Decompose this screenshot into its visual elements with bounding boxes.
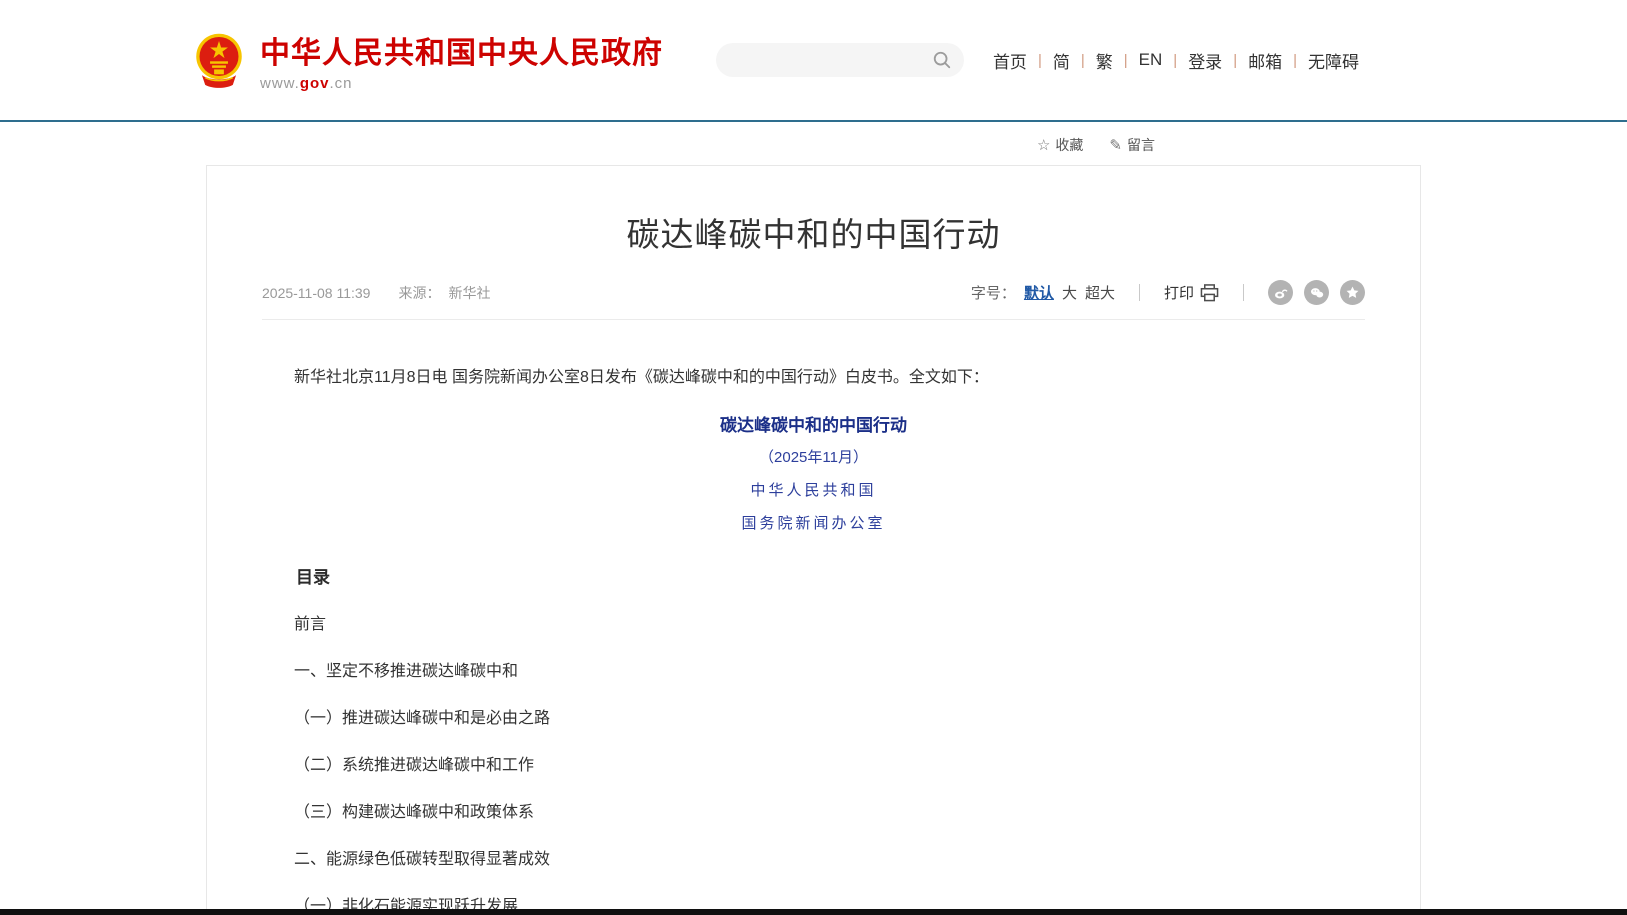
toc-item: （三）构建碳达峰碳中和政策体系 [262, 803, 1365, 823]
site-header: 中华人民共和国中央人民政府 www.gov.cn 首页 | 简 | 繁 | EN… [0, 0, 1627, 120]
font-size-default[interactable]: 默认 [1024, 282, 1054, 303]
nav-separator: | [1124, 52, 1128, 69]
wechat-icon [1309, 285, 1325, 301]
pencil-icon: ✎ [1109, 136, 1122, 154]
nav-login[interactable]: 登录 [1177, 48, 1233, 73]
nav-english[interactable]: EN [1128, 50, 1174, 70]
source-value: 新华社 [448, 283, 490, 303]
font-size-xlarge[interactable]: 超大 [1085, 282, 1115, 303]
message-button[interactable]: ✎ 留言 [1109, 135, 1155, 155]
nav-separator: | [1293, 52, 1297, 69]
page-tools: ☆ 收藏 ✎ 留言 [0, 122, 1627, 155]
article-meta-row: 2025-11-08 11:39 来源： 新华社 字号： 默认 大 超大 打印 [262, 280, 1365, 320]
whitepaper-org-line2: 国务院新闻办公室 [262, 515, 1365, 534]
source-label: 来源： [398, 283, 440, 303]
national-emblem-logo [193, 32, 245, 89]
share-buttons [1268, 280, 1365, 305]
star-outline-icon: ☆ [1037, 136, 1050, 154]
divider [1243, 284, 1244, 301]
window-bottom-edge [0, 909, 1627, 915]
site-url-gov: gov [300, 75, 330, 92]
lead-paragraph: 新华社北京11月8日电 国务院新闻办公室8日发布《碳达峰碳中和的中国行动》白皮书… [262, 368, 1365, 388]
divider [1139, 284, 1140, 301]
toc-item: 前言 [262, 615, 1365, 635]
printer-icon [1200, 284, 1219, 302]
whitepaper-title: 碳达峰碳中和的中国行动 [262, 415, 1365, 436]
nav-separator: | [1173, 52, 1177, 69]
print-label: 打印 [1164, 282, 1194, 303]
nav-accessibility[interactable]: 无障碍 [1297, 48, 1370, 73]
message-label: 留言 [1127, 135, 1155, 155]
nav-separator: | [1233, 52, 1237, 69]
nav-separator: | [1038, 52, 1042, 69]
search-icon[interactable] [932, 50, 952, 70]
share-wechat-button[interactable] [1304, 280, 1329, 305]
nav-traditional[interactable]: 繁 [1085, 48, 1124, 73]
weibo-icon [1273, 285, 1289, 301]
toc-item: 二、能源绿色低碳转型取得显著成效 [262, 850, 1365, 870]
site-title: 中华人民共和国中央人民政府 [260, 28, 663, 72]
search-box[interactable] [716, 43, 964, 77]
article-container: 碳达峰碳中和的中国行动 2025-11-08 11:39 来源： 新华社 字号：… [206, 165, 1421, 915]
favorite-button[interactable]: ☆ 收藏 [1037, 135, 1083, 155]
article-body: 新华社北京11月8日电 国务院新闻办公室8日发布《碳达峰碳中和的中国行动》白皮书… [262, 368, 1365, 915]
site-url-cn: .cn [330, 75, 353, 92]
star-badge-icon [1345, 285, 1360, 300]
nav-separator: | [1081, 52, 1085, 69]
print-button[interactable]: 打印 [1164, 282, 1219, 303]
nav-mail[interactable]: 邮箱 [1237, 48, 1293, 73]
whitepaper-org-line1: 中华人民共和国 [262, 482, 1365, 501]
publish-date: 2025-11-08 11:39 [262, 285, 370, 301]
share-qzone-button[interactable] [1340, 280, 1365, 305]
nav-simplified[interactable]: 简 [1042, 48, 1081, 73]
share-weibo-button[interactable] [1268, 280, 1293, 305]
page-title: 碳达峰碳中和的中国行动 [262, 208, 1365, 256]
toc-item: （二）系统推进碳达峰碳中和工作 [262, 756, 1365, 776]
toc-item: 一、坚定不移推进碳达峰碳中和 [262, 662, 1365, 682]
whitepaper-date: （2025年11月） [262, 449, 1365, 468]
font-size-large[interactable]: 大 [1062, 282, 1077, 303]
nav-home[interactable]: 首页 [982, 48, 1038, 73]
site-url: www.gov.cn [260, 75, 663, 92]
site-url-www: www. [260, 75, 300, 92]
site-brand[interactable]: 中华人民共和国中央人民政府 www.gov.cn [193, 28, 663, 92]
toc-item: （一）推进碳达峰碳中和是必由之路 [262, 709, 1365, 729]
favorite-label: 收藏 [1055, 135, 1083, 155]
font-size-label: 字号： [971, 282, 1016, 303]
top-nav: 首页 | 简 | 繁 | EN | 登录 | 邮箱 | 无障碍 [982, 48, 1370, 73]
search-input[interactable] [732, 52, 932, 68]
toc-heading: 目录 [262, 567, 1365, 588]
